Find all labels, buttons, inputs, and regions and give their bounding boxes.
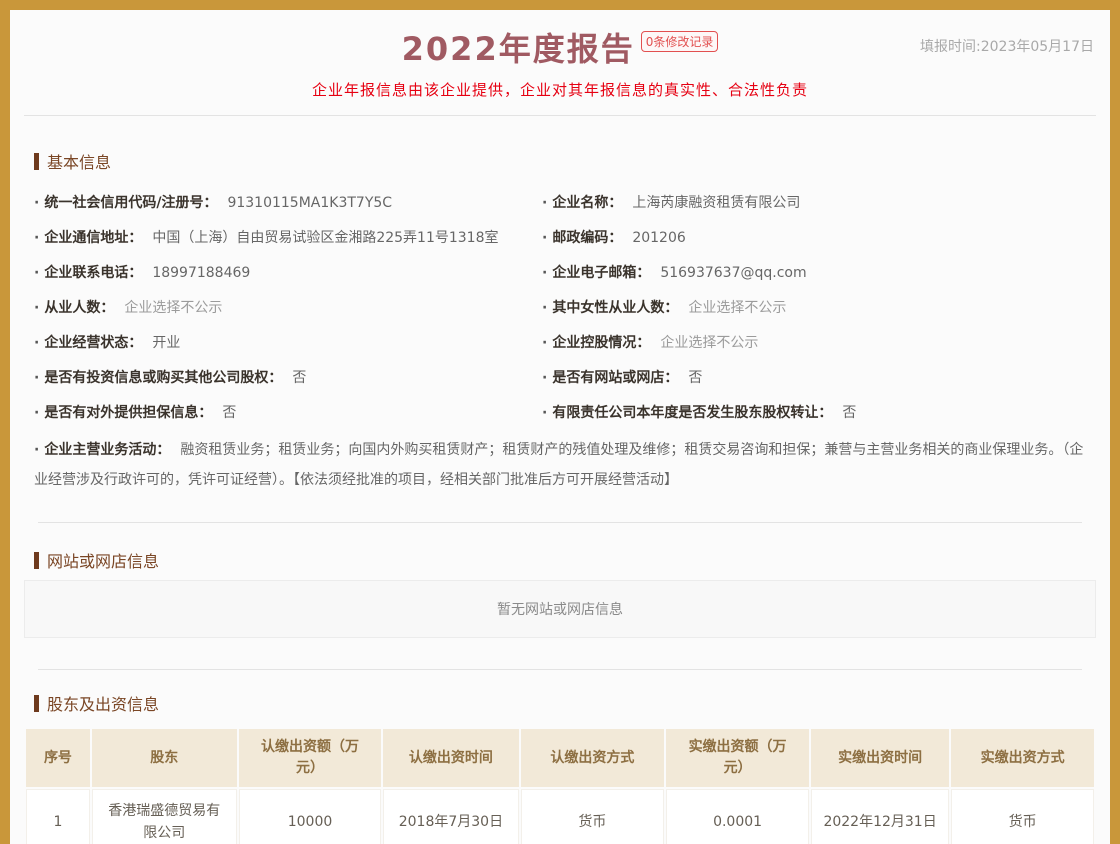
shareholders-table: 序号股东认缴出资额（万元）认缴出资时间认缴出资方式实缴出资额（万元）实缴出资时间… — [24, 727, 1096, 844]
section-marker-icon — [34, 695, 39, 712]
field-label: 是否有网站或网店： — [552, 370, 678, 386]
section-website-info: 网站或网店信息 暂无网站或网店信息 — [24, 548, 1096, 669]
website-empty-state: 暂无网站或网店信息 — [24, 580, 1096, 638]
main-business-field: 企业主营业务活动：融资租赁业务；租赁业务；向国内外购买租赁财产；租赁财产的残值处… — [34, 435, 1086, 495]
field-value: 201206 — [632, 230, 685, 246]
table-header-cell: 实缴出资额（万元） — [666, 729, 809, 787]
section-marker-icon — [34, 153, 39, 170]
page-title: 2022年度报告 — [402, 24, 635, 70]
field-label: 企业经营状态： — [44, 335, 142, 351]
info-field: 邮政编码： 201206 — [542, 220, 1086, 255]
table-cell: 0.0001 — [666, 789, 809, 844]
table-cell: 货币 — [521, 789, 665, 844]
field-label: 有限责任公司本年度是否发生股东股权转让： — [552, 405, 832, 421]
field-label: 企业控股情况： — [552, 335, 650, 351]
table-header-cell: 股东 — [92, 729, 237, 787]
basic-info-title-label: 基本信息 — [47, 149, 111, 173]
disclaimer-text: 企业年报信息由该企业提供，企业对其年报信息的真实性、合法性负责 — [10, 79, 1110, 100]
field-value: 企业选择不公示 — [660, 335, 758, 351]
field-value: 516937637@qq.com — [660, 265, 806, 281]
field-value: 企业选择不公示 — [688, 300, 786, 316]
field-value: 开业 — [152, 335, 180, 351]
table-cell: 货币 — [951, 789, 1094, 844]
info-field: 企业经营状态： 开业 — [34, 325, 542, 360]
field-value: 91310115MA1K3T7Y5C — [227, 195, 392, 211]
field-label: 是否有投资信息或购买其他公司股权： — [44, 370, 282, 386]
info-field: 企业控股情况： 企业选择不公示 — [542, 325, 1086, 360]
basic-info-fields: 统一社会信用代码/注册号： 91310115MA1K3T7Y5C 企业名称： 上海芮康… — [34, 185, 1086, 430]
field-label: 企业联系电话： — [44, 265, 142, 281]
report-header: 2022年度报告 0条修改记录 填报时间:2023年05月17日 企业年报信息由该… — [10, 10, 1110, 100]
table-cell: 香港瑞盛德贸易有限公司 — [92, 789, 237, 844]
shareholders-title-label: 股东及出资信息 — [47, 691, 159, 715]
field-value: 中国（上海）自由贸易试验区金湘路225弄11号1318室 — [152, 230, 498, 246]
shareholders-table-body: 1香港瑞盛德贸易有限公司100002018年7月30日货币0.00012022年… — [26, 789, 1094, 844]
field-label: 统一社会信用代码/注册号： — [44, 195, 217, 211]
info-field: 企业名称： 上海芮康融资租赁有限公司 — [542, 185, 1086, 220]
table-header-cell: 序号 — [26, 729, 90, 787]
field-value: 否 — [292, 370, 306, 386]
shareholders-title: 股东及出资信息 — [34, 691, 1086, 715]
section-basic-info: 基本信息 统一社会信用代码/注册号： 91310115MA1K3T7Y5C 企业名称… — [24, 149, 1096, 522]
field-label: 从业人数： — [44, 300, 114, 316]
section-divider-2 — [38, 669, 1082, 670]
field-value: 上海芮康融资租赁有限公司 — [632, 195, 800, 211]
table-header-cell: 实缴出资时间 — [811, 729, 949, 787]
field-label: 企业电子邮箱： — [552, 265, 650, 281]
field-label: 企业名称： — [552, 195, 622, 211]
shareholders-table-head: 序号股东认缴出资额（万元）认缴出资时间认缴出资方式实缴出资额（万元）实缴出资时间… — [26, 729, 1094, 787]
table-row: 1香港瑞盛德贸易有限公司100002018年7月30日货币0.00012022年… — [26, 789, 1094, 844]
field-value: 否 — [842, 405, 856, 421]
section-shareholders: 股东及出资信息 序号股东认缴出资额（万元）认缴出资时间认缴出资方式实缴出资额（万… — [24, 691, 1096, 844]
info-field: 其中女性从业人数： 企业选择不公示 — [542, 290, 1086, 325]
fill-time: 填报时间:2023年05月17日 — [920, 36, 1094, 56]
main-business-value: 融资租赁业务；租赁业务；向国内外购买租赁财产；租赁财产的残值处理及维修；租赁交易… — [34, 442, 1083, 488]
table-header-cell: 认缴出资方式 — [521, 729, 665, 787]
table-cell: 10000 — [239, 789, 382, 844]
field-value: 否 — [688, 370, 702, 386]
table-header-cell: 认缴出资额（万元） — [239, 729, 382, 787]
table-header-row: 序号股东认缴出资额（万元）认缴出资时间认缴出资方式实缴出资额（万元）实缴出资时间… — [26, 729, 1094, 787]
website-info-title-label: 网站或网店信息 — [47, 548, 159, 572]
field-value: 企业选择不公示 — [124, 300, 222, 316]
field-label: 其中女性从业人数： — [552, 300, 678, 316]
table-cell: 2018年7月30日 — [383, 789, 518, 844]
basic-info-title: 基本信息 — [34, 149, 1086, 173]
info-field: 有限责任公司本年度是否发生股东股权转让： 否 — [542, 395, 1086, 430]
table-cell: 2022年12月31日 — [811, 789, 949, 844]
field-value: 否 — [222, 405, 236, 421]
field-label: 邮政编码： — [552, 230, 622, 246]
field-label: 企业通信地址： — [44, 230, 142, 246]
modification-records-badge[interactable]: 0条修改记录 — [641, 31, 719, 52]
field-value: 18997188469 — [152, 265, 250, 281]
header-divider — [24, 115, 1096, 116]
section-divider-1 — [38, 522, 1082, 523]
info-field: 是否有网站或网店： 否 — [542, 360, 1086, 395]
info-field: 统一社会信用代码/注册号： 91310115MA1K3T7Y5C — [34, 185, 542, 220]
info-field: 企业通信地址： 中国（上海）自由贸易试验区金湘路225弄11号1318室 — [34, 220, 542, 255]
field-label: 是否有对外提供担保信息： — [44, 405, 212, 421]
table-header-cell: 认缴出资时间 — [383, 729, 518, 787]
info-field: 企业联系电话： 18997188469 — [34, 255, 542, 290]
section-marker-icon — [34, 552, 39, 569]
table-cell: 1 — [26, 789, 90, 844]
page-frame: 2022年度报告 0条修改记录 填报时间:2023年05月17日 企业年报信息由该… — [0, 0, 1120, 844]
info-field: 是否有对外提供担保信息： 否 — [34, 395, 542, 430]
table-header-cell: 实缴出资方式 — [951, 729, 1094, 787]
info-field: 是否有投资信息或购买其他公司股权： 否 — [34, 360, 542, 395]
info-field: 企业电子邮箱： 516937637@qq.com — [542, 255, 1086, 290]
info-field: 从业人数： 企业选择不公示 — [34, 290, 542, 325]
main-business-label: 企业主营业务活动： — [44, 442, 170, 458]
website-info-title: 网站或网店信息 — [34, 548, 1086, 572]
